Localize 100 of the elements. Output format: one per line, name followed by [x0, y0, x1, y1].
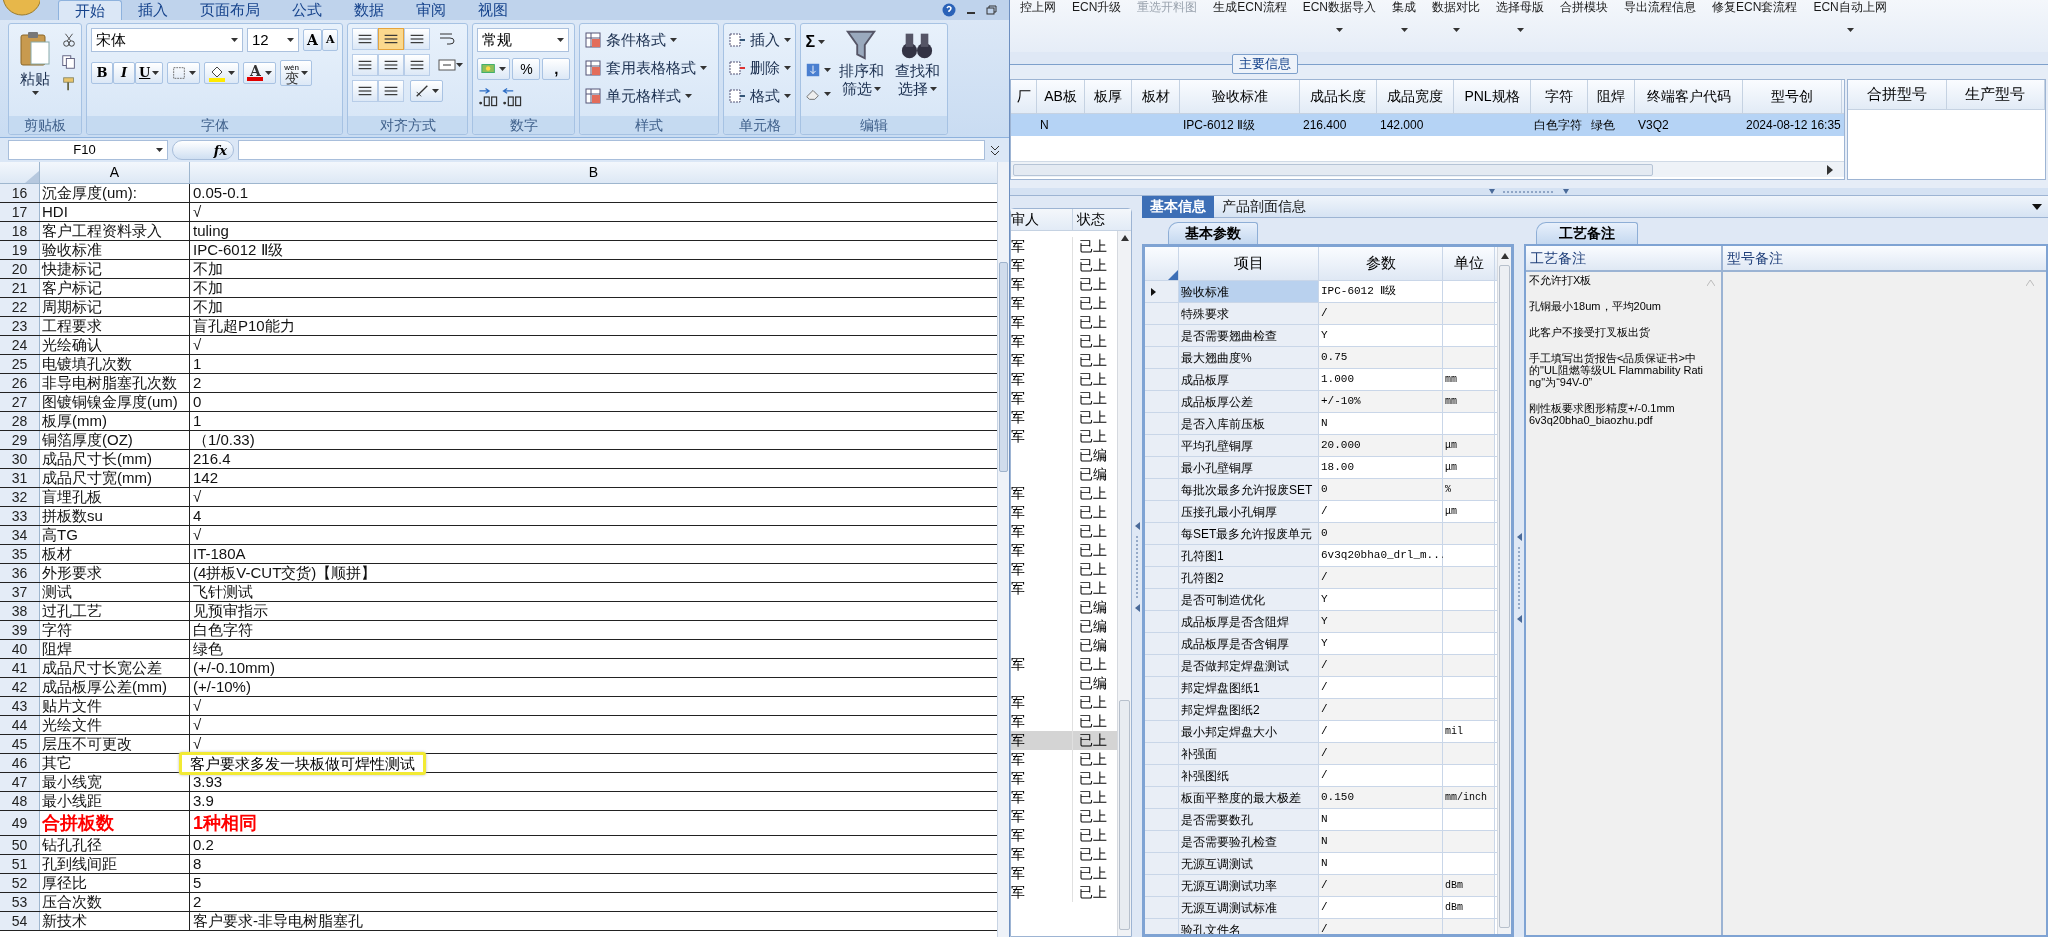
column-header[interactable]: PNL规格 [1464, 86, 1520, 107]
ribbon-tab[interactable]: 页面布局 [184, 0, 276, 20]
underline-button[interactable]: U [135, 62, 164, 84]
ribbon-tab[interactable]: 开始 [58, 0, 122, 20]
grow-font-button[interactable]: A [303, 29, 322, 51]
list-row[interactable]: 军 已上 [1011, 826, 1117, 845]
list-row[interactable]: 军 已上 [1011, 370, 1117, 389]
decrease-indent-icon[interactable] [352, 80, 379, 102]
list-row[interactable]: 军 已上 [1011, 484, 1117, 503]
list-row[interactable]: 军 已上 [1011, 275, 1117, 294]
sort-filter-icon[interactable] [844, 28, 879, 62]
restore-icon[interactable] [986, 5, 997, 15]
column-header[interactable]: 生产型号 [1965, 83, 2026, 106]
column-header[interactable]: B [588, 162, 599, 183]
ribbon-tab[interactable]: 审阅 [400, 0, 462, 20]
align-left-icon[interactable] [352, 54, 379, 76]
panel-tab[interactable]: 基本信息 [1142, 195, 1214, 218]
list-row[interactable]: 军 已上 [1011, 389, 1117, 408]
row-header[interactable] [1145, 281, 1179, 302]
list-row[interactable]: 军 已上 [1011, 332, 1117, 351]
column-header[interactable]: 型号备注 [1727, 247, 1783, 269]
ribbon-button[interactable]: 单元格样式 [584, 84, 708, 108]
ribbon-button[interactable]: 删除 [728, 56, 792, 80]
list-row[interactable]: 军 已上 [1011, 408, 1117, 427]
increase-indent-icon[interactable] [378, 80, 405, 102]
toolbar-button[interactable]: ECN升级 [1072, 0, 1122, 32]
column-header[interactable]: 状态 [1077, 209, 1105, 230]
vertical-scrollbar[interactable] [997, 162, 1009, 937]
scroll-up-icon[interactable] [1120, 235, 1129, 241]
column-header[interactable]: 板材 [1141, 86, 1170, 107]
column-header[interactable]: 项目 [1233, 252, 1264, 275]
toolbar-button[interactable]: 控上网 [1020, 0, 1056, 32]
scroll-right-icon[interactable] [1826, 164, 1834, 175]
ribbon-tab[interactable]: 插入 [122, 0, 184, 20]
delete-cells-icon[interactable] [728, 59, 747, 77]
column-header[interactable]: 单位 [1453, 252, 1484, 275]
phonetic-guide-button[interactable]: wén 变 [280, 60, 313, 86]
column-header[interactable]: 成品长度 [1310, 86, 1366, 107]
autosum-button[interactable]: Σ [805, 30, 832, 54]
horizontal-scrollbar[interactable] [1011, 161, 1844, 177]
font-color-button[interactable]: A [243, 62, 277, 84]
insert-cells-icon[interactable] [728, 31, 747, 49]
copy-icon[interactable] [61, 54, 77, 70]
column-header[interactable]: A [109, 162, 120, 183]
shrink-font-button[interactable]: A [321, 29, 339, 51]
dropdown-icon[interactable] [2032, 203, 2042, 210]
toolbar-button[interactable]: 数据对比 [1432, 0, 1481, 32]
list-row[interactable]: 军 已上 [1011, 769, 1117, 788]
list-row[interactable]: 军 已上 [1011, 864, 1117, 883]
merge-cells-icon[interactable] [438, 56, 457, 74]
column-header[interactable]: 板厚 [1094, 86, 1122, 107]
percent-button[interactable]: % [512, 58, 541, 80]
list-row[interactable]: 军 已上 [1011, 883, 1117, 902]
align-right-icon[interactable] [404, 54, 431, 76]
column-header[interactable]: 字符 [1545, 86, 1573, 107]
fill-bucket-icon[interactable] [208, 64, 227, 82]
table-format-icon[interactable] [584, 59, 603, 77]
ribbon-tab[interactable]: 公式 [276, 0, 338, 20]
list-row[interactable]: 军 已上 [1011, 522, 1117, 541]
font-name-field[interactable]: 宋体 [91, 28, 243, 52]
scroll-up-icon[interactable] [1500, 253, 1509, 259]
ribbon-button[interactable]: 插入 [728, 28, 792, 52]
column-header[interactable]: 成品宽度 [1387, 86, 1443, 107]
align-bottom-icon[interactable] [404, 28, 431, 50]
list-row[interactable]: 军 已上 [1011, 750, 1117, 769]
help-icon[interactable] [942, 3, 956, 17]
border-icon[interactable] [171, 65, 188, 81]
italic-button[interactable]: I [113, 62, 135, 84]
sub-tab[interactable]: 工艺备注 [1536, 222, 1638, 244]
splitter-handle-icon[interactable] [1134, 521, 1140, 612]
list-row[interactable]: 军 已上 [1011, 560, 1117, 579]
panel-tab[interactable]: 产品剖面信息 [1214, 195, 1314, 218]
ribbon-tab[interactable]: 数据 [338, 0, 400, 20]
toolbar-button[interactable]: 集成 [1392, 0, 1417, 32]
list-row[interactable]: 军 已上 [1011, 788, 1117, 807]
list-row[interactable]: 军 已上 [1011, 294, 1117, 313]
column-header[interactable]: 型号创 [1771, 86, 1813, 107]
expand-icon[interactable] [989, 143, 1001, 157]
insert-function-button[interactable]: fx [172, 140, 234, 160]
splitter-handle-icon[interactable] [1516, 532, 1522, 623]
scissors-icon[interactable] [61, 32, 77, 48]
ribbon-button[interactable]: 排序和 筛选 [835, 28, 888, 116]
increase-decimal-icon[interactable] [477, 86, 500, 108]
number-format-field[interactable]: 常规 [477, 28, 570, 52]
toolbar-button[interactable]: 生成ECN流程 [1213, 0, 1287, 32]
column-header[interactable]: 合拼型号 [1866, 83, 1927, 106]
toolbar-button[interactable]: ECN自动上网 [1813, 0, 1887, 32]
vertical-scrollbar[interactable] [1497, 247, 1511, 934]
list-row[interactable]: 已编 [1011, 446, 1117, 465]
name-box[interactable]: F10 [8, 140, 168, 160]
splitter-handle-icon[interactable] [1489, 188, 1569, 195]
list-row[interactable]: 军 已上 [1011, 351, 1117, 370]
column-header[interactable]: 审人 [1011, 209, 1039, 230]
format-cells-icon[interactable] [728, 87, 747, 105]
ribbon-button[interactable]: 查找和 选择 [891, 28, 944, 116]
comma-button[interactable]: , [542, 58, 571, 80]
formula-field[interactable] [238, 140, 985, 160]
toolbar-button[interactable]: ECN数据导入 [1302, 0, 1377, 32]
list-row[interactable]: 已编 [1011, 465, 1117, 484]
align-top-icon[interactable] [352, 28, 379, 50]
